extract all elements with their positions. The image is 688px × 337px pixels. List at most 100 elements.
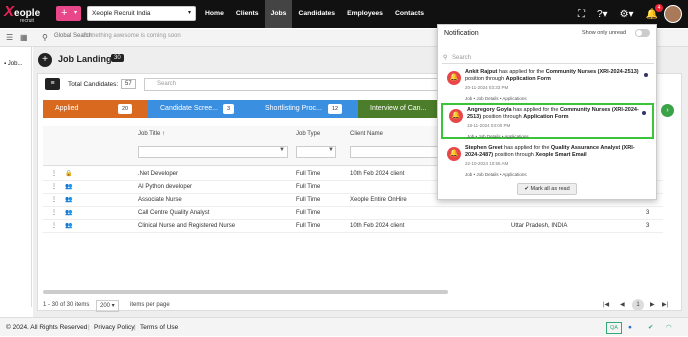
notification-item[interactable]: 🔔 Ankit Rajput has applied for the Commu… (441, 67, 654, 103)
location-cell: Uttar Pradesh, INDIA (511, 223, 568, 229)
pipeline-next-icon[interactable]: › (661, 104, 674, 117)
pipeline-bar: Applied 20 Candidate Scree... 3 Shortlisti… (43, 100, 438, 118)
row-menu-icon[interactable]: ⋮ (51, 194, 57, 207)
check-icon: ✔ (648, 324, 654, 331)
source-name: Application Form (505, 76, 551, 82)
notification-item[interactable]: 🔔 Angregory Goyla has applied for the Co… (441, 103, 654, 139)
add-job-button[interactable]: + (38, 53, 52, 67)
pipeline-stage-shortlisting[interactable]: Shortlisting Proc... 12 (253, 100, 358, 118)
job-title-cell[interactable]: Clinical Nurse and Registered Nurse (138, 220, 235, 233)
nav-jobs[interactable]: Jobs (264, 0, 293, 28)
row-menu-icon[interactable]: ⋮ (51, 220, 57, 233)
chevron-down-icon: ▾ (187, 10, 191, 16)
count-cell: 3 (646, 223, 650, 229)
nav-home[interactable]: Home (199, 0, 230, 28)
unread-dot (644, 73, 648, 77)
row-menu-icon[interactable]: ⋮ (51, 207, 57, 220)
notification-search-input[interactable]: Search (442, 52, 654, 64)
per-page-label: items per page (130, 302, 170, 308)
job-title-cell[interactable]: Associate Nurse (138, 194, 182, 207)
next-page-icon[interactable]: ▶ (650, 298, 655, 312)
lock-icon: 🔒 (65, 171, 73, 177)
pipeline-stage-interview[interactable]: Interview of Can... (358, 100, 438, 118)
notification-link[interactable]: Job • Job Details • Applications (467, 133, 529, 140)
horizontal-scrollbar[interactable] (43, 290, 448, 294)
total-candidates-label: Total Candidates: (68, 81, 119, 88)
show-unread-label: Show only unread (582, 30, 627, 36)
per-page-value: 200 (100, 303, 111, 309)
column-client-name[interactable]: Client Name (350, 131, 383, 137)
job-title-filter-input[interactable] (138, 146, 288, 158)
mark-all-read-button[interactable]: ✔ Mark all as read (517, 183, 577, 195)
nav-clients[interactable]: Clients (230, 0, 265, 28)
bell-icon: 🔔 (449, 109, 463, 123)
job-title-cell[interactable]: .Net Developer (138, 168, 178, 181)
candidate-name: Angregory Goyla (467, 107, 512, 113)
first-page-icon[interactable]: |◀ (603, 298, 609, 312)
row-menu-icon[interactable]: ⋮ (51, 181, 57, 194)
table-row[interactable]: ⋮ 👥 Clinical Nurse and Registered Nurse Ful… (43, 220, 663, 233)
avatar[interactable] (664, 5, 682, 23)
notification-item[interactable]: 🔔 Stephen Greet has applied for the Qual… (441, 143, 654, 179)
filter-icon[interactable]: ▼ (279, 147, 285, 153)
stage-label: Candidate Scree... (160, 105, 218, 112)
nav-contacts[interactable]: Contacts (389, 0, 430, 28)
tenant-select[interactable]: Xeople Recruit India ▾ (87, 6, 196, 21)
terms-of-use-link[interactable]: Terms of Use (140, 318, 178, 337)
pipeline-stage-applied[interactable]: Applied 20 (43, 100, 148, 118)
pipeline-stage-screening[interactable]: Candidate Scree... 3 (148, 100, 253, 118)
candidate-name: Ankit Rajput (465, 69, 498, 75)
job-title-cell[interactable]: Call Centre Quality Analyst (138, 207, 209, 220)
notification-panel: Notification Show only unread Search ⚲ 🔔… (437, 24, 657, 200)
users-icon: 👥 (65, 197, 73, 203)
privacy-policy-link[interactable]: Privacy Policy (94, 318, 134, 337)
last-page-icon[interactable]: ▶| (662, 298, 668, 312)
notification-date: 22-10-2024 10:55 AM (465, 161, 509, 166)
bell-icon[interactable]: 🔔 4 (646, 3, 663, 20)
stage-count: 3 (223, 104, 235, 114)
sidebar-item-jobs[interactable]: ▪ Job... (4, 61, 22, 67)
notification-link[interactable]: Job • Job Details • Applications (465, 171, 527, 178)
gear-icon[interactable]: ⚙▾ (620, 9, 634, 20)
help-icon[interactable]: ?▾ (597, 9, 608, 20)
page-title: Job Landing (58, 54, 112, 64)
column-job-title[interactable]: Job Title ↑ (138, 131, 165, 137)
stage-count: 12 (328, 104, 343, 114)
left-sidebar: ▪ Job... (0, 47, 32, 307)
logo-subtext: recruit (20, 18, 34, 24)
column-label: Job Title (138, 131, 161, 137)
divider: | (134, 324, 136, 331)
mark-all-label: Mark all as read (530, 186, 570, 192)
unread-dot (642, 111, 646, 115)
job-name: Community Nurses (XRI-2024-2513) (545, 69, 639, 75)
notification-link[interactable]: Job • Job Details • Applications (465, 95, 527, 102)
show-unread-toggle[interactable] (635, 29, 650, 37)
grid-view-icon[interactable]: ▦ (20, 33, 28, 42)
list-view-icon[interactable]: ☰ (6, 33, 13, 42)
page-number[interactable]: 1 (632, 299, 644, 311)
client-filter-input[interactable] (350, 146, 445, 158)
per-page-select[interactable]: 200 ▾ (96, 300, 119, 312)
job-search-input[interactable]: Search (144, 78, 444, 91)
client-cell: Xeople Entire OnHire (350, 197, 407, 203)
divider: | (88, 324, 90, 331)
row-menu-icon[interactable]: ⋮ (51, 168, 57, 181)
global-search-input[interactable]: Something awesome is coming soon (83, 33, 181, 39)
total-candidates-value: 57 (121, 79, 136, 89)
job-title-cell[interactable]: AI Python developer (138, 181, 192, 194)
prev-page-icon[interactable]: ◀ (620, 298, 625, 312)
xeople-logo[interactable]: Xeople recruit (4, 3, 50, 25)
nav-employees[interactable]: Employees (341, 0, 389, 28)
text-part: has applied for the (497, 69, 546, 75)
stage-label: Shortlisting Proc... (265, 105, 322, 112)
table-row[interactable]: ⋮ 👥 Call Centre Quality Analyst Full Time 3 (43, 207, 663, 220)
tenant-value: Xeople Recruit India (92, 10, 151, 17)
fullscreen-icon[interactable]: ⛶ (578, 9, 585, 20)
notification-count-badge: 4 (655, 3, 663, 12)
column-job-type[interactable]: Job Type (296, 131, 320, 137)
nav-candidates[interactable]: Candidates (292, 0, 341, 28)
filter-icon[interactable]: ▼ (328, 147, 334, 153)
user-icon[interactable]: ● (628, 318, 632, 337)
filter-icon[interactable]: ≡ (45, 78, 60, 90)
quick-add-button[interactable]: + ▾ (56, 6, 81, 21)
